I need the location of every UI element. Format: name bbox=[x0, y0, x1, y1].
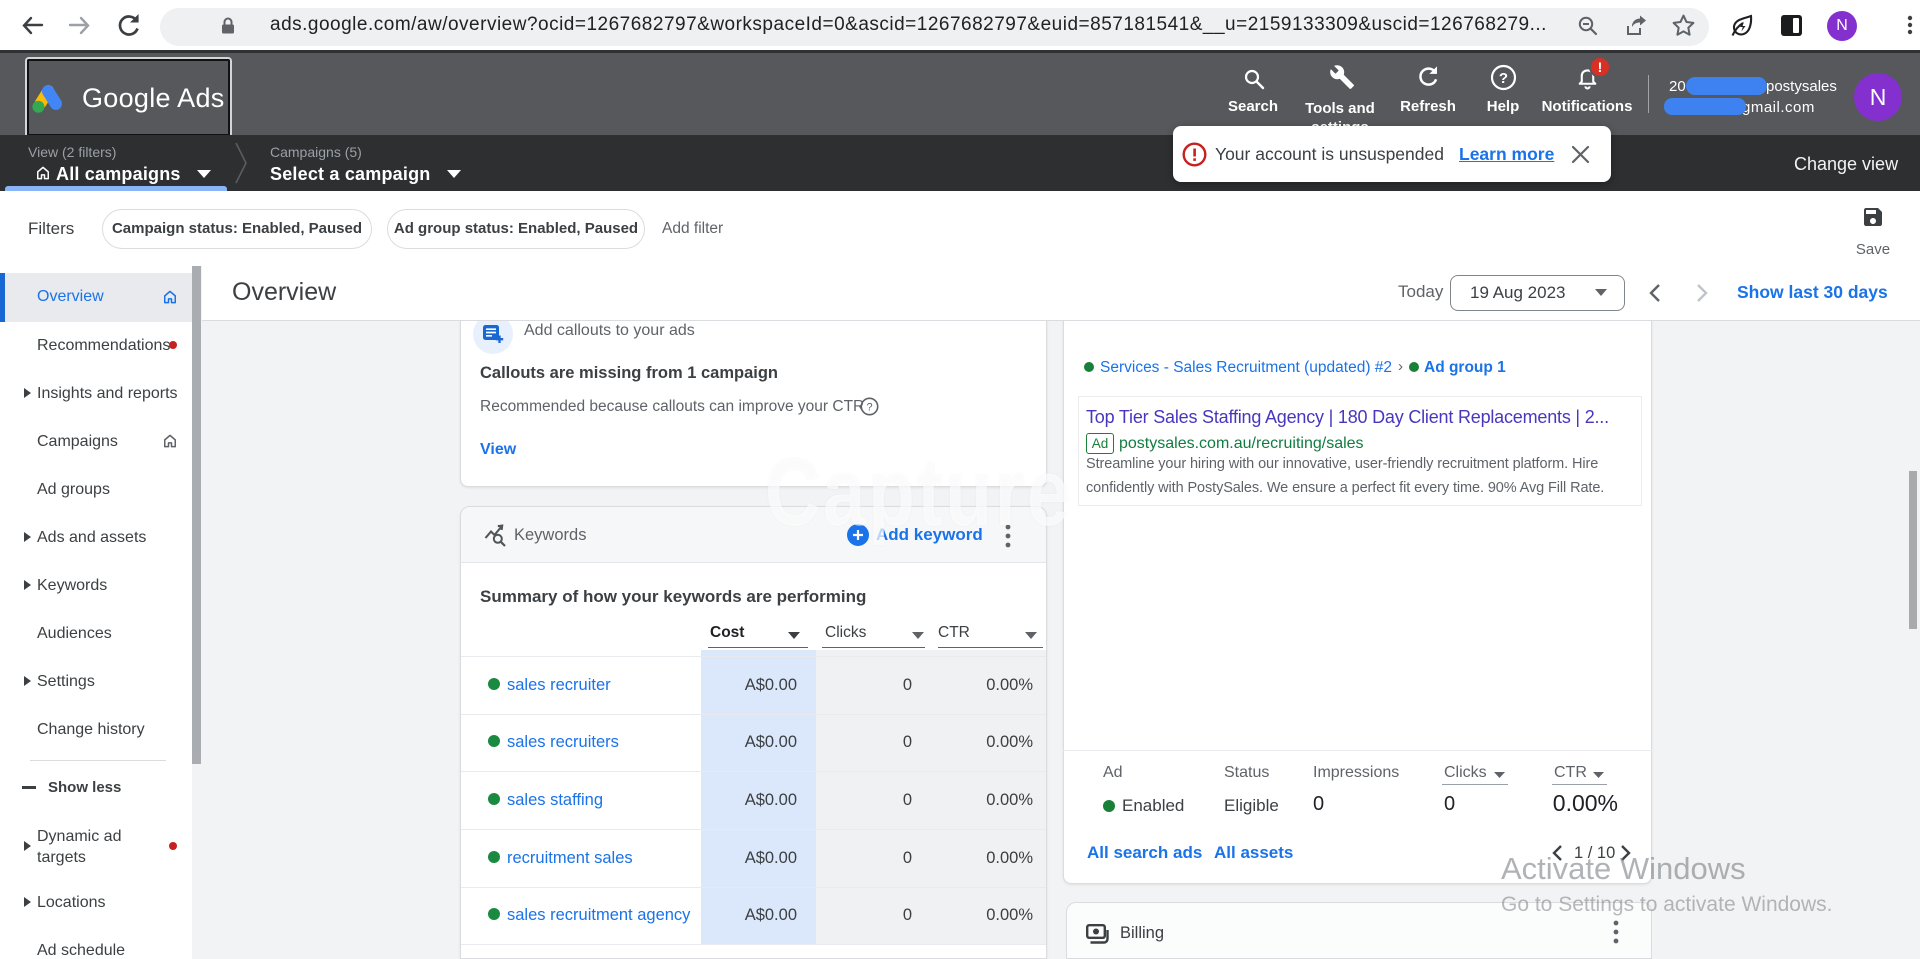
svg-text:?: ? bbox=[1499, 70, 1508, 87]
svg-text:?: ? bbox=[866, 402, 872, 414]
